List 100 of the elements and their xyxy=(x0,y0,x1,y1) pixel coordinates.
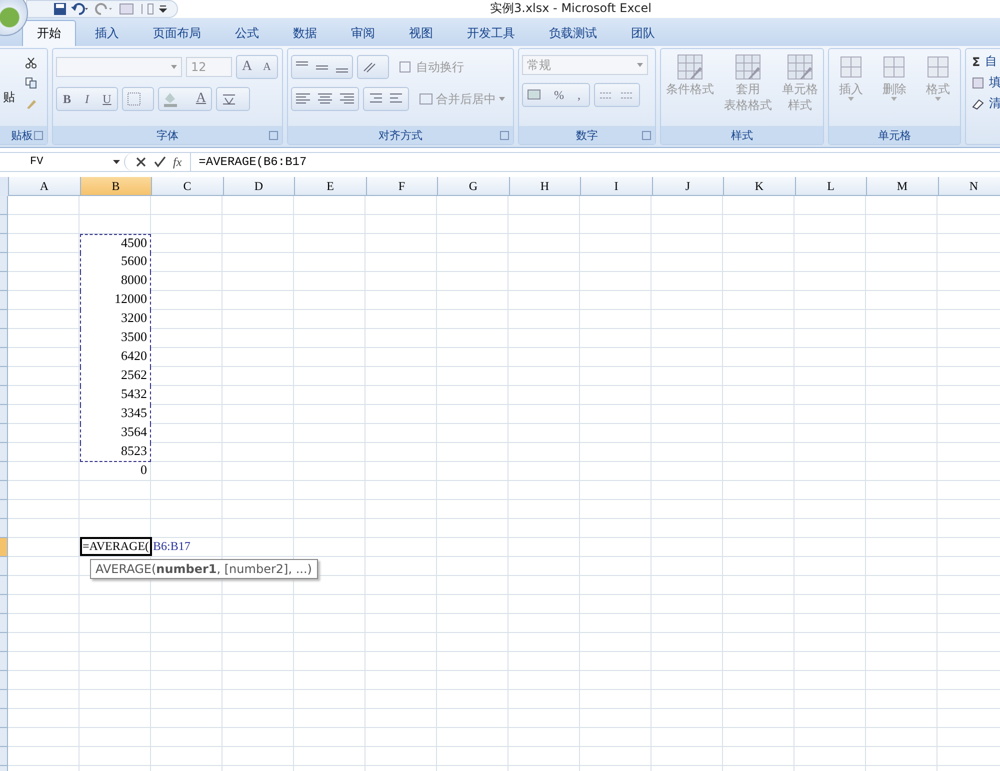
select-all-button[interactable] xyxy=(0,177,9,196)
column-header[interactable]: L xyxy=(796,177,867,196)
save-icon[interactable] xyxy=(53,2,67,16)
row-header[interactable] xyxy=(0,538,8,557)
brush-icon[interactable] xyxy=(25,97,37,109)
row-header[interactable] xyxy=(0,291,8,310)
column-header[interactable]: D xyxy=(224,177,295,196)
name-box[interactable]: FV xyxy=(0,156,124,168)
insert-function-button[interactable]: fx xyxy=(173,154,182,170)
percent-button[interactable]: % xyxy=(549,85,569,105)
italic-button[interactable]: I xyxy=(77,89,97,109)
table-cell: 4500 xyxy=(80,234,151,253)
column-header[interactable]: M xyxy=(867,177,938,196)
caret-icon[interactable] xyxy=(113,160,120,164)
column-header[interactable]: B xyxy=(80,177,152,196)
column-header[interactable]: K xyxy=(724,177,796,196)
paste-button[interactable]: 贴 xyxy=(0,53,21,113)
row-header[interactable] xyxy=(0,595,8,614)
row-header[interactable] xyxy=(0,747,8,766)
column-header[interactable]: J xyxy=(652,177,724,196)
ribbon-tab[interactable]: 视图 xyxy=(394,20,448,46)
ribbon-tab[interactable]: 开发工具 xyxy=(452,20,530,46)
bold-button[interactable]: B xyxy=(57,89,77,109)
row-header[interactable] xyxy=(0,500,8,519)
column-header[interactable]: E xyxy=(295,177,366,196)
autosum-label[interactable]: 自 xyxy=(985,53,998,70)
row-header[interactable] xyxy=(0,633,8,652)
column-header[interactable]: H xyxy=(510,177,581,196)
formula-field[interactable]: =AVERAGE(B6:B17 xyxy=(190,152,1000,172)
table-cell: 3200 xyxy=(80,310,151,329)
row-header[interactable] xyxy=(0,405,8,424)
table-cell: 2562 xyxy=(80,367,151,386)
column-header[interactable]: F xyxy=(366,177,438,196)
table-cell: 8523 xyxy=(80,443,151,462)
ribbon-tab[interactable]: 页面布局 xyxy=(138,20,216,46)
row-header[interactable] xyxy=(0,253,8,272)
dialog-launcher-icon[interactable] xyxy=(500,131,509,140)
row-header[interactable] xyxy=(0,386,8,405)
column-header[interactable]: A xyxy=(9,177,80,196)
grow-font-button[interactable]: A xyxy=(237,57,257,77)
table-brush-icon xyxy=(676,53,704,81)
row-header[interactable] xyxy=(0,519,8,538)
table-cell: 3564 xyxy=(80,424,151,443)
comma-button[interactable]: , xyxy=(569,85,589,105)
row-header[interactable] xyxy=(0,671,8,690)
group-label: 对齐方式 xyxy=(378,128,422,142)
ribbon-tab[interactable]: 开始 xyxy=(22,20,76,46)
table-cell: 3345 xyxy=(80,405,151,424)
column-header[interactable]: C xyxy=(152,177,224,196)
ribbon-tab[interactable]: 团队 xyxy=(616,20,670,46)
row-header[interactable] xyxy=(0,576,8,595)
dialog-launcher-icon[interactable] xyxy=(269,131,278,140)
undo-icon[interactable] xyxy=(71,2,91,16)
row-header[interactable] xyxy=(0,272,8,291)
row-header[interactable] xyxy=(0,728,8,747)
table-cell: 8000 xyxy=(80,272,151,291)
copy-icon[interactable] xyxy=(25,77,37,89)
table-cell: 6420 xyxy=(80,348,151,367)
dialog-launcher-icon[interactable] xyxy=(34,131,43,140)
row-header[interactable] xyxy=(0,481,8,500)
row-header[interactable] xyxy=(0,614,8,633)
row-header[interactable] xyxy=(0,557,8,576)
font-name-field[interactable] xyxy=(56,57,182,77)
function-tooltip: AVERAGE(number1, [number2], ...) xyxy=(90,559,318,579)
dialog-launcher-icon[interactable] xyxy=(642,131,651,140)
column-header[interactable]: I xyxy=(581,177,652,196)
row-header[interactable] xyxy=(0,462,8,481)
row-header[interactable] xyxy=(0,690,8,709)
column-header[interactable]: G xyxy=(438,177,510,196)
row-header[interactable] xyxy=(0,234,8,253)
caret-icon xyxy=(891,97,898,101)
eraser-icon[interactable] xyxy=(972,98,984,110)
row-header[interactable] xyxy=(0,424,8,443)
row-header[interactable] xyxy=(0,348,8,367)
row-header[interactable] xyxy=(0,443,8,462)
row-header[interactable] xyxy=(0,329,8,348)
customize-icon[interactable] xyxy=(159,4,167,14)
cancel-icon[interactable] xyxy=(135,156,147,168)
row-header[interactable] xyxy=(0,215,8,234)
ribbon-tab[interactable]: 数据 xyxy=(278,20,332,46)
shrink-font-button[interactable]: A xyxy=(257,57,277,77)
row-header[interactable] xyxy=(0,310,8,329)
scissors-icon[interactable] xyxy=(25,57,37,69)
group-label: 数字 xyxy=(576,128,598,142)
row-header[interactable] xyxy=(0,652,8,671)
autosum-button[interactable]: Σ xyxy=(972,54,980,68)
row-header[interactable] xyxy=(0,367,8,386)
ribbon-tab[interactable]: 公式 xyxy=(220,20,274,46)
ribbon-tab[interactable]: 插入 xyxy=(80,20,134,46)
table-cell: 5600 xyxy=(80,253,151,272)
table-brush-icon xyxy=(734,53,762,81)
row-header[interactable] xyxy=(0,196,8,215)
check-icon[interactable] xyxy=(154,156,166,168)
ribbon-tab[interactable]: 负载测试 xyxy=(534,20,612,46)
underline-button[interactable]: U xyxy=(97,89,117,109)
row-header[interactable] xyxy=(0,709,8,728)
window-title: 实例3.xlsx - Microsoft Excel xyxy=(490,0,652,17)
table-cell: 3500 xyxy=(80,329,151,348)
column-header[interactable]: N xyxy=(938,177,1000,196)
ribbon-tab[interactable]: 审阅 xyxy=(336,20,390,46)
